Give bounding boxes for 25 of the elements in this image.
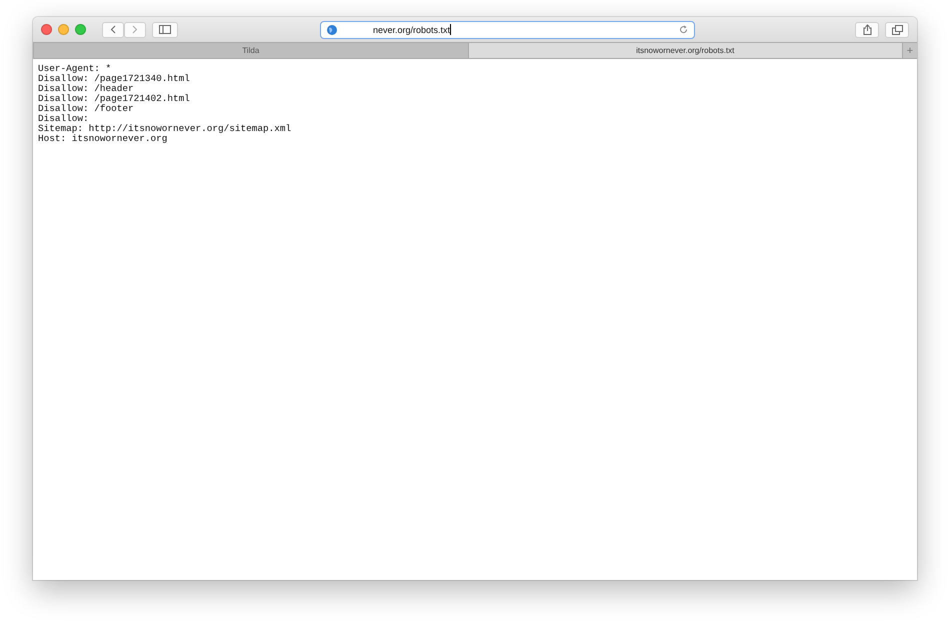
text-line: Disallow: /header (38, 84, 135, 94)
reload-icon (679, 25, 688, 34)
text-line: Disallow: (38, 114, 90, 124)
address-text: never.org/robots.txt (373, 24, 450, 34)
text-cursor (450, 24, 452, 35)
back-button[interactable] (102, 22, 124, 38)
text-line: Disallow: /footer (38, 104, 135, 114)
sidebar-icon (159, 25, 171, 34)
tabs-overview-button[interactable] (885, 22, 909, 38)
forward-icon (132, 25, 138, 34)
text-line: Disallow: /page1721340.html (38, 74, 191, 84)
zoom-button[interactable] (75, 24, 86, 35)
back-icon (110, 25, 116, 34)
sidebar-button[interactable] (152, 22, 178, 38)
tabs-icon (892, 24, 902, 34)
address-field[interactable]: never.org/robots.txt (320, 20, 695, 38)
globe-icon (327, 24, 337, 34)
text-line: Sitemap: http://itsnowornever.org/sitemap.xml (38, 124, 292, 134)
browser-tab[interactable]: itsnowornever.org/robots.txt (468, 43, 902, 58)
share-icon (862, 24, 872, 35)
text-line: Host: itsnowornever.org (38, 134, 168, 144)
share-button[interactable] (855, 22, 879, 38)
text-line: User-Agent: * (38, 64, 112, 74)
close-button[interactable] (41, 24, 52, 35)
text-line: Disallow: /page1721402.html (38, 94, 191, 104)
